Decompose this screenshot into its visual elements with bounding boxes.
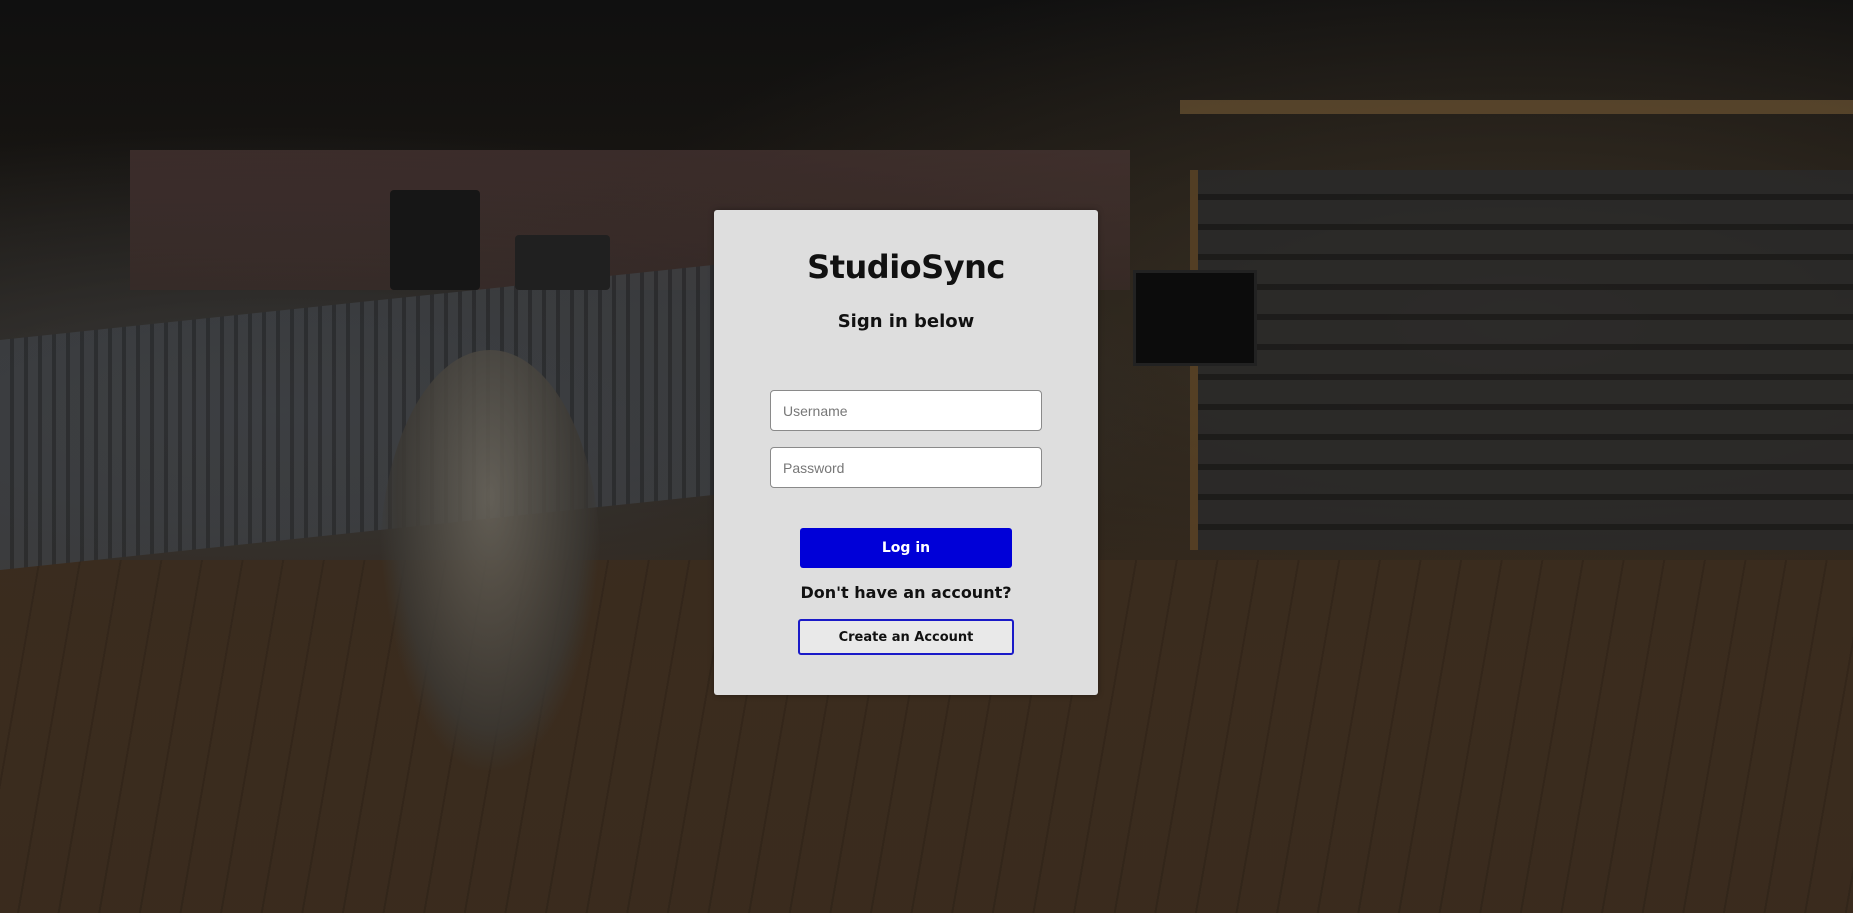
background-chair <box>380 350 600 770</box>
background-equipment-rack <box>1190 170 1853 550</box>
login-card: StudioSync Sign in below Log in Don't ha… <box>714 210 1098 695</box>
no-account-text: Don't have an account? <box>800 583 1012 602</box>
login-button[interactable]: Log in <box>800 528 1012 568</box>
background-speaker <box>515 235 610 290</box>
background-mixing-console <box>0 260 760 570</box>
sign-in-subtitle: Sign in below <box>837 311 975 332</box>
password-input[interactable] <box>770 447 1042 488</box>
app-title: StudioSync <box>807 248 1005 286</box>
background-monitor <box>1133 270 1257 366</box>
background-speaker <box>390 190 480 290</box>
username-input[interactable] <box>770 390 1042 431</box>
create-account-button[interactable]: Create an Account <box>798 619 1014 655</box>
background-rack-frame <box>1180 100 1853 114</box>
